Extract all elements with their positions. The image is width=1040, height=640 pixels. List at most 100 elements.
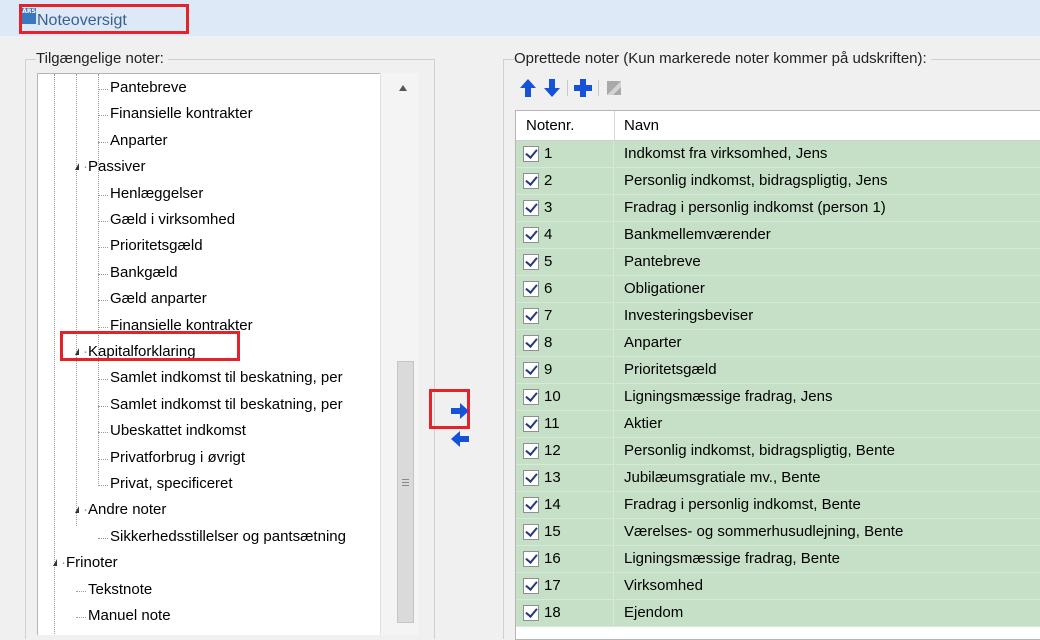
- print-checkbox[interactable]: [523, 524, 539, 540]
- name-cell: Pantebreve: [615, 249, 1040, 276]
- tree-item[interactable]: Privat, specificeret: [110, 473, 233, 499]
- tree-item[interactable]: Finansielle kontrakter: [110, 103, 253, 129]
- add-button[interactable]: [573, 78, 593, 98]
- name-cell: Fradrag i personlig indkomst, Bente: [615, 492, 1040, 519]
- column-header-notenr[interactable]: Notenr.: [526, 117, 574, 134]
- note-number: 2: [544, 172, 553, 189]
- move-down-button[interactable]: [542, 78, 562, 98]
- table-row[interactable]: 7 Investeringsbeviser: [516, 303, 1040, 330]
- print-checkbox[interactable]: [523, 173, 539, 189]
- scroll-up-arrow-icon[interactable]: [399, 85, 407, 91]
- table-row[interactable]: 1 Indkomst fra virksomhed, Jens: [516, 141, 1040, 168]
- name-cell: Jubilæumsgratiale mv., Bente: [615, 465, 1040, 492]
- tree-item[interactable]: Samlet indkomst til beskatning, per: [110, 394, 343, 420]
- table-row[interactable]: 16 Ligningsmæssige fradrag, Bente: [516, 546, 1040, 573]
- note-number: 15: [544, 523, 561, 540]
- tree-scrollbar[interactable]: [380, 73, 418, 635]
- tree-item[interactable]: Privatforbrug i øvrigt: [110, 447, 245, 473]
- table-row[interactable]: 17 Virksomhed: [516, 573, 1040, 600]
- print-checkbox[interactable]: [523, 281, 539, 297]
- notenr-cell: 15: [516, 519, 614, 546]
- note-number: 10: [544, 388, 561, 405]
- tree-item[interactable]: Gæld anparter: [110, 288, 207, 314]
- tree-item[interactable]: Henlæggelser: [110, 183, 203, 209]
- edit-button[interactable]: [604, 78, 624, 98]
- table-row[interactable]: 4 Bankmellemværender: [516, 222, 1040, 249]
- note-number: 8: [544, 334, 553, 351]
- print-checkbox[interactable]: [523, 254, 539, 270]
- table-row[interactable]: 8 Anparter: [516, 330, 1040, 357]
- move-up-button[interactable]: [518, 78, 538, 98]
- tree-connector: [98, 300, 108, 302]
- table-row[interactable]: 14 Fradrag i personlig indkomst, Bente: [516, 492, 1040, 519]
- tree-guide-line: [54, 74, 55, 635]
- table-row[interactable]: 12 Personlig indkomst, bidragspligtig, Be…: [516, 438, 1040, 465]
- print-checkbox[interactable]: [523, 443, 539, 459]
- print-checkbox[interactable]: [523, 497, 539, 513]
- table-row[interactable]: 15 Værelses- og sommerhusudlejning, Bente: [516, 519, 1040, 546]
- tree-item[interactable]: Samlet indkomst til beskatning, per: [110, 367, 343, 393]
- tree-item[interactable]: Anparter: [110, 130, 168, 156]
- print-checkbox[interactable]: [523, 416, 539, 432]
- print-checkbox[interactable]: [523, 470, 539, 486]
- print-checkbox[interactable]: [523, 605, 539, 621]
- print-checkbox[interactable]: [523, 578, 539, 594]
- tree-item-label: Prioritetsgæld: [110, 237, 203, 255]
- table-row[interactable]: 10 Ligningsmæssige fradrag, Jens: [516, 384, 1040, 411]
- tree-item-label: Gæld i virksomhed: [110, 211, 236, 228]
- tree-item[interactable]: 1 eller 2 kolonner med 4 subtotaler (kol…: [88, 631, 381, 635]
- tree-item[interactable]: ·Passiver: [72, 156, 146, 182]
- tree-item[interactable]: ·Andre noter: [72, 499, 166, 525]
- note-name: Investeringsbeviser: [624, 307, 754, 324]
- tree-item-label: Privat, specificeret: [110, 475, 233, 492]
- remove-note-button[interactable]: [449, 430, 471, 448]
- scroll-thumb[interactable]: [397, 361, 414, 623]
- tree-connector: [98, 141, 108, 143]
- tree-item[interactable]: Bankgæld: [110, 262, 178, 288]
- note-name: Ejendom: [624, 604, 684, 621]
- tree-item-label: Henlæggelser: [110, 184, 204, 202]
- tree-item[interactable]: Prioritetsgæld: [110, 235, 203, 261]
- note-number: 14: [544, 496, 561, 513]
- table-row[interactable]: 2 Personlig indkomst, bidragspligtig, Jen…: [516, 168, 1040, 195]
- print-checkbox[interactable]: [523, 335, 539, 351]
- print-checkbox[interactable]: [523, 227, 539, 243]
- print-checkbox[interactable]: [523, 362, 539, 378]
- print-checkbox[interactable]: [523, 200, 539, 216]
- print-checkbox[interactable]: [523, 551, 539, 567]
- created-notes-grid[interactable]: Notenr. Navn 1 Indkomst fra virksomhed, J…: [515, 110, 1040, 640]
- tree-item[interactable]: Ubeskattet indkomst: [110, 420, 246, 446]
- table-row[interactable]: 9 Prioritetsgæld: [516, 357, 1040, 384]
- add-note-button[interactable]: [449, 402, 471, 420]
- tree-item-label: Anparter: [110, 131, 168, 149]
- tree-item[interactable]: Gæld i virksomhed: [110, 209, 235, 235]
- print-checkbox[interactable]: [523, 146, 539, 162]
- column-header-navn[interactable]: Navn: [624, 117, 659, 134]
- table-row[interactable]: 11 Aktier: [516, 411, 1040, 438]
- note-name: Virksomhed: [624, 577, 703, 594]
- tree-guide-line: [76, 74, 77, 526]
- table-row[interactable]: 5 Pantebreve: [516, 249, 1040, 276]
- expand-triangle-icon[interactable]: [72, 163, 79, 171]
- table-row[interactable]: 3 Fradrag i personlig indkomst (person 1): [516, 195, 1040, 222]
- tree-item[interactable]: Tekstnote: [88, 579, 152, 605]
- table-row[interactable]: 18 Ejendom: [516, 600, 1040, 627]
- tree-connector: [98, 326, 108, 328]
- table-row[interactable]: 6 Obligationer: [516, 276, 1040, 303]
- print-checkbox[interactable]: [523, 308, 539, 324]
- tree-item[interactable]: Manuel note: [88, 605, 171, 631]
- notenr-cell: 11: [516, 411, 614, 438]
- tree-item[interactable]: ·Frinoter: [50, 552, 118, 578]
- table-row[interactable]: 13 Jubilæumsgratiale mv., Bente: [516, 465, 1040, 492]
- expand-triangle-icon[interactable]: [50, 559, 57, 567]
- note-number: 13: [544, 469, 561, 486]
- note-name: Fradrag i personlig indkomst (person 1): [624, 199, 886, 216]
- note-name: Aktier: [624, 415, 663, 432]
- tree-connector: [98, 537, 108, 539]
- tree-item[interactable]: Sikkerhedsstillelser og pantsætning: [110, 526, 346, 552]
- tree-item-label: Samlet indkomst til beskatning, per: [110, 369, 343, 387]
- expand-triangle-icon[interactable]: [72, 506, 79, 514]
- notenr-cell: 3: [516, 195, 614, 222]
- tree-item[interactable]: Pantebreve: [110, 77, 187, 103]
- print-checkbox[interactable]: [523, 389, 539, 405]
